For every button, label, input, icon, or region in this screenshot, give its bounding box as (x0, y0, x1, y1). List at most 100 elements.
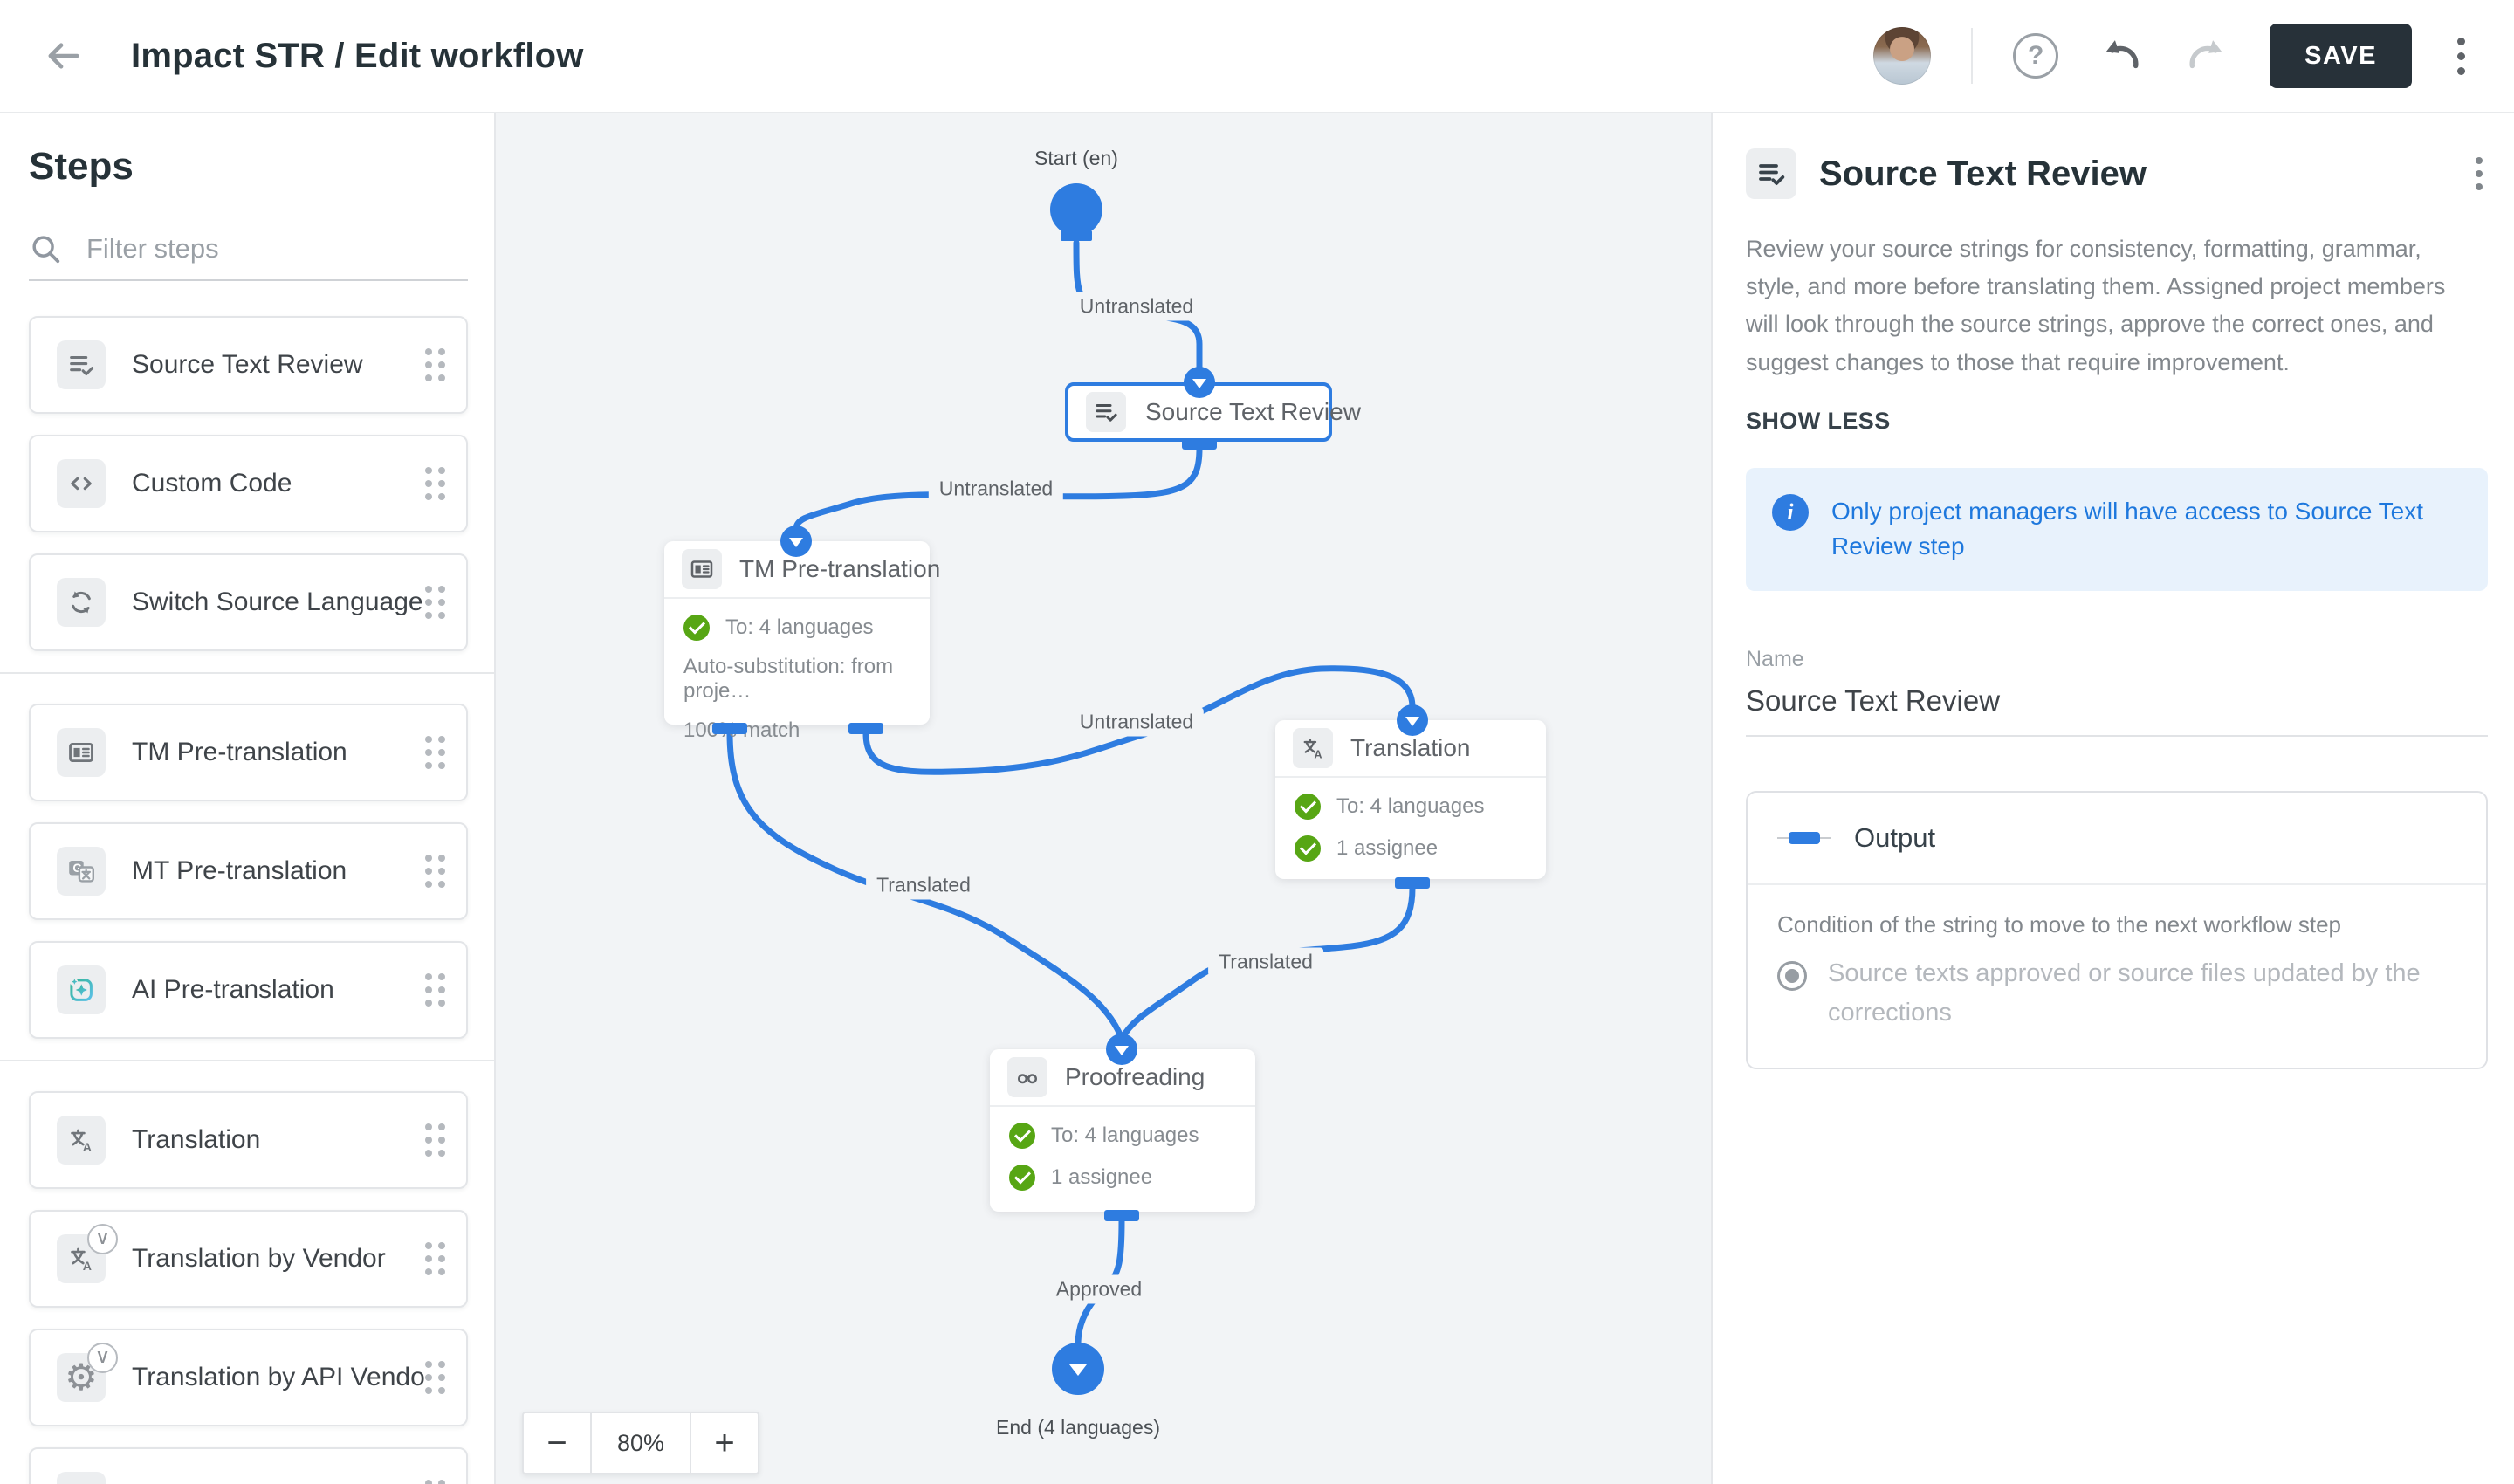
filter-steps-row (29, 232, 468, 281)
step-card-custom-code[interactable]: Custom Code (29, 435, 468, 532)
drag-handle-icon[interactable] (425, 1361, 445, 1394)
back-button[interactable] (37, 30, 89, 82)
svg-text:A: A (1315, 748, 1322, 760)
more-options-button[interactable] (2452, 32, 2470, 80)
info-banner: i Only project managers will have access… (1746, 468, 2488, 591)
drag-handle-icon[interactable] (425, 973, 445, 1007)
step-card-switch-source-language[interactable]: Switch Source Language (29, 553, 468, 651)
zoom-out-button[interactable]: − (522, 1412, 592, 1474)
step-card-source-text-review[interactable]: Source Text Review (29, 316, 468, 414)
check-icon (683, 615, 710, 641)
avatar[interactable] (1873, 27, 1931, 85)
proofreading-icon (1007, 1057, 1048, 1097)
node-output-connector[interactable] (1182, 438, 1217, 450)
edge-arrow-icon (1184, 367, 1215, 398)
redo-icon (2185, 34, 2229, 78)
node-detail-row: 1 assignee (1295, 834, 1527, 863)
step-label: AI Pre-translation (132, 975, 425, 1005)
node-detail-row: To: 4 languages (1009, 1121, 1236, 1151)
step-details-panel: Source Text Review Review your source st… (1714, 113, 2514, 1484)
step-card-ai-pre-translation[interactable]: AI Pre-translation (29, 941, 468, 1039)
node-detail-row: Auto-substitution: from proje… (683, 655, 910, 704)
output-title: Output (1854, 822, 1935, 854)
node-output-connector[interactable] (1395, 877, 1430, 889)
step-label: Translation by Vendor (132, 1244, 425, 1274)
node-output-connector[interactable] (848, 723, 883, 734)
drag-handle-icon[interactable] (425, 736, 445, 769)
ai-pre-translation-icon (57, 965, 106, 1014)
start-node-connector[interactable] (1061, 230, 1092, 241)
switch-source-language-icon (57, 578, 106, 627)
start-node[interactable] (1050, 183, 1102, 236)
workflow-canvas[interactable]: Start (en) Untranslated Untranslated Unt… (494, 113, 1713, 1484)
panel-header: Source Text Review (1746, 148, 2488, 199)
top-bar-actions: ? SAVE (1873, 24, 2514, 88)
node-tm-pre-translation[interactable]: TM Pre-translation To: 4 languages Auto-… (664, 541, 930, 725)
undo-icon (2099, 34, 2143, 78)
node-title: Translation (1350, 734, 1470, 762)
edge-arrow-icon (1397, 704, 1428, 736)
step-list: Source Text Review Custom Code Switch So… (29, 316, 468, 1484)
source-text-review-icon (1086, 392, 1126, 432)
node-translation[interactable]: A Translation To: 4 languages 1 assignee (1275, 720, 1546, 879)
drag-handle-icon[interactable] (425, 1480, 445, 1484)
step-card-tm-pre-translation[interactable]: TM Pre-translation (29, 704, 468, 801)
drag-handle-icon[interactable] (425, 1123, 445, 1157)
node-title: Proofreading (1065, 1063, 1205, 1091)
workflow-editor-app: Impact STR / Edit workflow ? SAVE Steps (0, 0, 2514, 1484)
radio-selected-icon[interactable] (1777, 961, 1807, 991)
step-card-translation[interactable]: A Translation (29, 1091, 468, 1189)
step-card-crowdsourcing[interactable]: Crowdsourcing (29, 1447, 468, 1484)
source-text-review-icon (57, 340, 106, 389)
zoom-in-button[interactable]: + (690, 1412, 759, 1474)
step-label: TM Pre-translation (132, 738, 425, 767)
step-label: MT Pre-translation (132, 856, 425, 886)
filter-steps-input[interactable] (85, 232, 468, 265)
node-detail-row: 1 assignee (1009, 1163, 1236, 1192)
output-option-row: Source texts approved or source files up… (1777, 954, 2456, 1033)
step-card-mt-pre-translation[interactable]: G MT Pre-translation (29, 822, 468, 920)
info-icon: i (1772, 494, 1809, 531)
help-button[interactable]: ? (2013, 33, 2058, 79)
node-detail-row: To: 4 languages (1295, 792, 1527, 821)
search-icon (29, 232, 62, 265)
check-icon (1009, 1123, 1035, 1149)
end-node-label: End (4 languages) (996, 1416, 1160, 1439)
edge-label: Untranslated (1069, 708, 1204, 737)
output-card: Output Condition of the string to move t… (1746, 791, 2488, 1069)
step-options-button[interactable] (2470, 152, 2488, 196)
node-detail-row: To: 4 languages (683, 613, 910, 642)
node-output-connector[interactable] (712, 723, 747, 734)
output-card-body: Condition of the string to move to the n… (1748, 883, 2486, 1068)
check-icon (1009, 1165, 1035, 1191)
crowdsourcing-icon (57, 1472, 106, 1484)
output-card-header: Output (1748, 793, 2486, 883)
drag-handle-icon[interactable] (425, 348, 445, 381)
step-group-divider (0, 1060, 494, 1061)
end-node[interactable] (1052, 1343, 1104, 1395)
show-less-link[interactable]: SHOW LESS (1746, 408, 1891, 435)
node-proofreading[interactable]: Proofreading To: 4 languages 1 assignee (990, 1049, 1255, 1212)
drag-handle-icon[interactable] (425, 855, 445, 888)
node-detail: To: 4 languages (1051, 1123, 1199, 1148)
save-button[interactable]: SAVE (2270, 24, 2412, 88)
drag-handle-icon[interactable] (425, 467, 445, 500)
check-icon (1295, 835, 1321, 862)
step-label: Source Text Review (132, 350, 425, 380)
drag-handle-icon[interactable] (425, 586, 445, 619)
vendor-badge: V (87, 1224, 118, 1254)
node-output-connector[interactable] (1104, 1210, 1139, 1221)
undo-button[interactable] (2098, 33, 2144, 79)
mt-pre-translation-icon: G (57, 847, 106, 896)
step-card-translation-by-api-vendor[interactable]: ⚙ V Translation by API Vendor (29, 1329, 468, 1426)
name-field-group: Name (1746, 647, 2488, 737)
edge-label: Untranslated (1069, 292, 1204, 321)
step-card-translation-by-vendor[interactable]: A V Translation by Vendor (29, 1210, 468, 1308)
output-option-label: Source texts approved or source files up… (1828, 954, 2439, 1033)
redo-button[interactable] (2184, 33, 2229, 79)
edge-arrow-icon (1106, 1034, 1137, 1065)
svg-text:A: A (83, 1141, 92, 1155)
edge-label: Translated (1208, 948, 1323, 977)
drag-handle-icon[interactable] (425, 1242, 445, 1275)
name-field[interactable] (1746, 684, 2488, 737)
